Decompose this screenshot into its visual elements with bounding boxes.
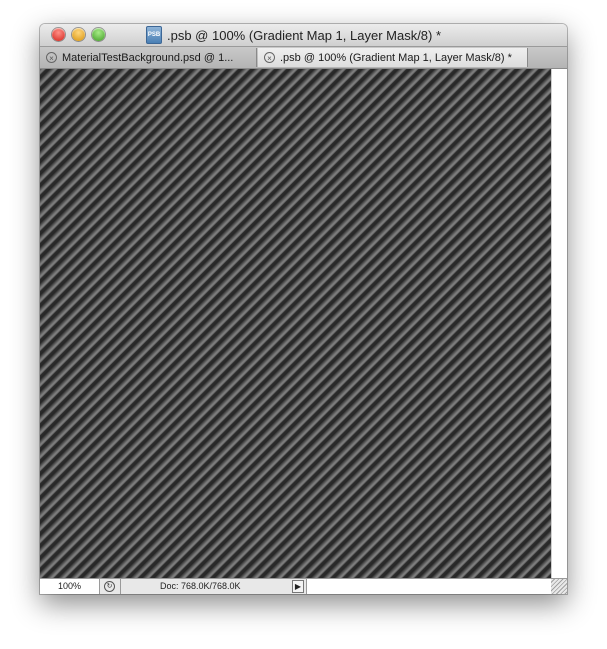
horizontal-scrollbar[interactable]	[306, 579, 551, 594]
minimize-window-button[interactable]	[72, 28, 85, 41]
tab-label: MaterialTestBackground.psd @ 1...	[62, 51, 234, 64]
close-window-button[interactable]	[52, 28, 65, 41]
title-bar[interactable]: PSB .psb @ 100% (Gradient Map 1, Layer M…	[40, 24, 567, 47]
window-title-group: PSB .psb @ 100% (Gradient Map 1, Layer M…	[146, 26, 441, 44]
psb-document-icon: PSB	[146, 26, 162, 44]
vertical-scrollbar[interactable]	[551, 69, 567, 578]
tab-close-icon[interactable]: ×	[264, 52, 275, 63]
status-divider	[120, 579, 121, 594]
resize-grip-icon[interactable]	[551, 579, 567, 594]
status-bar: 100% ↻ Doc: 768.0K/768.0K ▶	[40, 578, 567, 594]
tab-material-test-background[interactable]: × MaterialTestBackground.psd @ 1...	[40, 48, 257, 67]
document-canvas[interactable]	[40, 69, 551, 578]
tab-close-icon[interactable]: ×	[46, 52, 57, 63]
status-refresh-icon[interactable]: ↻	[104, 581, 115, 592]
document-size-info: Doc: 768.0K/768.0K	[160, 581, 241, 591]
window-title: .psb @ 100% (Gradient Map 1, Layer Mask/…	[167, 27, 442, 43]
document-window: PSB .psb @ 100% (Gradient Map 1, Layer M…	[40, 24, 567, 594]
zoom-window-button[interactable]	[92, 28, 105, 41]
tab-label: .psb @ 100% (Gradient Map 1, Layer Mask/…	[280, 51, 512, 64]
status-menu-arrow-icon[interactable]: ▶	[292, 580, 304, 593]
tab-psb-gradient-map[interactable]: × .psb @ 100% (Gradient Map 1, Layer Mas…	[258, 48, 528, 67]
document-tab-bar: × MaterialTestBackground.psd @ 1... × .p…	[40, 47, 567, 69]
zoom-level-field[interactable]: 100%	[40, 579, 100, 594]
